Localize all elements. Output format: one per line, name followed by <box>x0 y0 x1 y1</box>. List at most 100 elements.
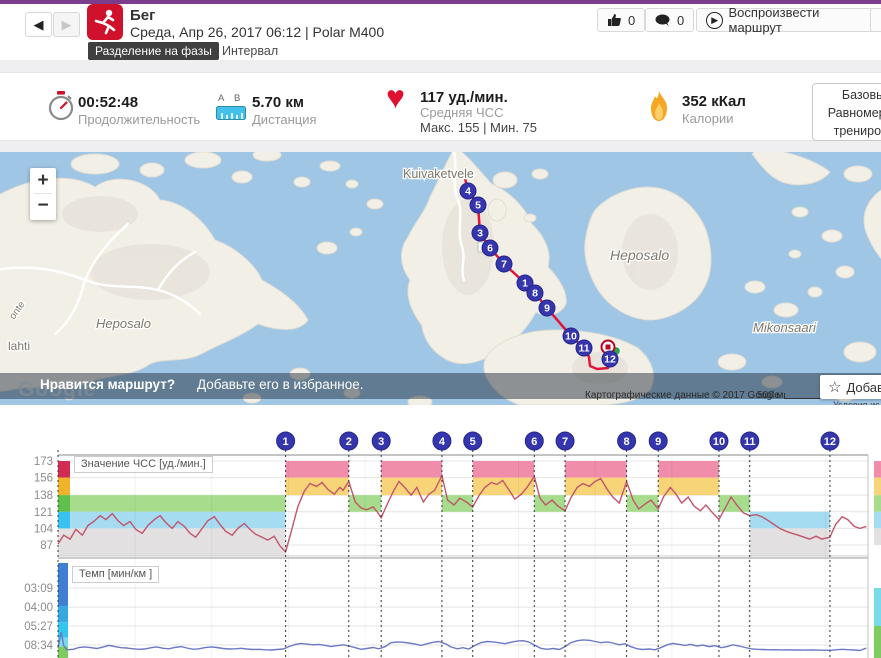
pace-axis-tick: 05:27 <box>24 621 53 633</box>
svg-text:1: 1 <box>283 436 289 448</box>
map-place-label: lahti <box>8 339 30 353</box>
hr-axis-tick: 173 <box>34 456 53 468</box>
hr-zone-band <box>534 495 566 512</box>
svg-text:5: 5 <box>475 200 481 212</box>
hr-axis-tick: 156 <box>34 473 53 485</box>
add-favorite-label: Добавить <box>846 379 881 395</box>
svg-text:12: 12 <box>824 436 836 448</box>
map-place-label: Heposalo <box>96 316 151 331</box>
map-place-label: Mikonsaari <box>753 320 817 335</box>
duration-value: 00:52:48 <box>78 94 139 111</box>
benefit-line: Базовый <box>841 88 881 102</box>
distance-ruler-icon <box>216 106 246 120</box>
hr-zone-strip <box>58 511 70 529</box>
svg-text:1: 1 <box>522 278 528 290</box>
prev-session-button[interactable]: ◀ <box>25 12 52 37</box>
more-actions-button[interactable] <box>870 8 881 32</box>
svg-text:10: 10 <box>713 436 725 448</box>
distance-value: 5.70 км <box>252 94 304 111</box>
svg-text:11: 11 <box>578 343 589 355</box>
map-scale-label: 500 м <box>757 390 784 401</box>
play-route-label: Воспроизвести маршрут <box>728 5 820 35</box>
zoom-out-button[interactable]: − <box>30 193 56 218</box>
hr-zone-band <box>381 461 442 478</box>
summary-stats-bar: 00:52:48 Продолжительность A B 5.70 км Д… <box>0 72 881 205</box>
pace-zone-strip <box>58 622 68 638</box>
svg-text:7: 7 <box>562 436 568 448</box>
map-zoom-control: + − <box>30 168 56 220</box>
hr-minmax: Макс. 155 | Мин. 75 <box>420 120 538 135</box>
add-favorite-button[interactable]: ☆ Добавить <box>820 375 881 399</box>
svg-text:8: 8 <box>624 436 630 448</box>
zoom-divider <box>34 193 52 194</box>
pace-zone-strip <box>58 605 68 623</box>
distance-label: Дистанция <box>252 112 317 127</box>
flame-icon <box>651 91 667 121</box>
runner-glyph <box>94 9 116 35</box>
hr-zone-band <box>565 461 627 478</box>
zoom-in-button[interactable]: + <box>30 168 56 193</box>
hr-axis-tick: 104 <box>34 523 54 535</box>
map-canvas: 45 367 189 1011 12 Kuivaketvele Heposalo Hepos… <box>0 152 881 405</box>
svg-text:10: 10 <box>565 331 577 343</box>
map-attribution: Картографические данные © 2017 Google <box>585 390 780 401</box>
svg-text:6: 6 <box>487 243 493 255</box>
hr-zone-strip <box>58 461 70 478</box>
play-route-button[interactable]: ▶ Воспроизвести маршрут <box>696 5 881 35</box>
hr-zone-band <box>381 477 442 496</box>
route-map[interactable]: 4 5 3 6 7 1 8 9 10 11 12 Kuivaketvele Heposalo Hepos… <box>0 152 881 405</box>
svg-text:11: 11 <box>744 436 756 448</box>
avg-hr-value: 117 уд./мин. <box>420 89 508 106</box>
hr-axis-tick: 121 <box>34 507 53 519</box>
hr-zone-band <box>749 511 830 529</box>
star-icon: ☆ <box>828 379 842 396</box>
activity-title: Бег <box>130 7 156 24</box>
tab-interval[interactable]: Интервал <box>222 44 278 58</box>
polar-flow-session-page: ◀ ▶ Бег Среда, Апр 26, 2017 06:12 | Pola… <box>0 0 881 658</box>
like-button[interactable]: 0 <box>597 8 646 32</box>
pace-line <box>57 631 867 652</box>
session-header: ◀ ▶ Бег Среда, Апр 26, 2017 06:12 | Pola… <box>0 4 881 60</box>
pace-axis-tick: 03:09 <box>24 583 53 595</box>
heart-icon: ♥ <box>386 79 405 115</box>
tab-phase-split[interactable]: Разделение на фазы <box>88 42 219 60</box>
training-benefit-box: Базовый Равномерная тренировка <box>812 83 881 141</box>
next-session-button[interactable]: ▶ <box>53 12 80 37</box>
like-count: 0 <box>628 12 636 28</box>
pace-axis-tick: 08:34 <box>24 640 53 652</box>
svg-text:12: 12 <box>604 354 616 366</box>
route-point-b: B <box>234 93 241 104</box>
svg-text:9: 9 <box>544 303 550 315</box>
running-sport-icon <box>87 4 123 40</box>
hr-chart-legend: Значение ЧСС [уд./мин.] <box>74 456 213 473</box>
charts-panel[interactable]: 173 156 138 121 104 87 03:09 04:00 05:27 08:34 1 2 3… <box>0 405 881 658</box>
calories-label: Калории <box>682 111 734 126</box>
hr-zone-band <box>658 461 719 478</box>
forward-arrow-icon: ▶ <box>61 16 72 32</box>
map-place-label: Heposalo <box>610 247 669 263</box>
benefit-line: тренировка <box>833 124 881 138</box>
route-point-a: A <box>218 93 225 104</box>
hr-zone-band <box>285 461 349 478</box>
comment-bubble-icon <box>655 14 670 26</box>
favorite-prompt-question: Нравится маршрут? <box>40 377 176 392</box>
charts-canvas: 1731561381211048703:0904:0005:2708:341 2 3… <box>24 431 881 658</box>
hr-axis-tick: 87 <box>40 540 53 552</box>
svg-text:4: 4 <box>465 186 471 198</box>
svg-text:4: 4 <box>439 436 446 448</box>
avg-hr-label: Средняя ЧСС <box>420 105 504 120</box>
hr-axis-tick: 138 <box>34 490 53 502</box>
pace-chart-legend: Темп [мин/км ] <box>72 566 160 583</box>
comment-button[interactable]: 0 <box>645 8 695 32</box>
map-place-label: Kuivaketvele <box>403 167 474 181</box>
pace-axis-tick: 04:00 <box>24 602 53 614</box>
svg-text:9: 9 <box>655 436 661 448</box>
back-arrow-icon: ◀ <box>33 16 44 32</box>
svg-text:3: 3 <box>378 436 384 448</box>
svg-text:6: 6 <box>531 436 537 448</box>
hr-zone-band <box>58 528 286 556</box>
page-background-strip <box>0 60 881 72</box>
favorite-prompt-text: Добавьте его в избранное. <box>197 377 364 392</box>
hr-zone-band <box>58 511 286 529</box>
hr-zone-band <box>58 495 286 512</box>
